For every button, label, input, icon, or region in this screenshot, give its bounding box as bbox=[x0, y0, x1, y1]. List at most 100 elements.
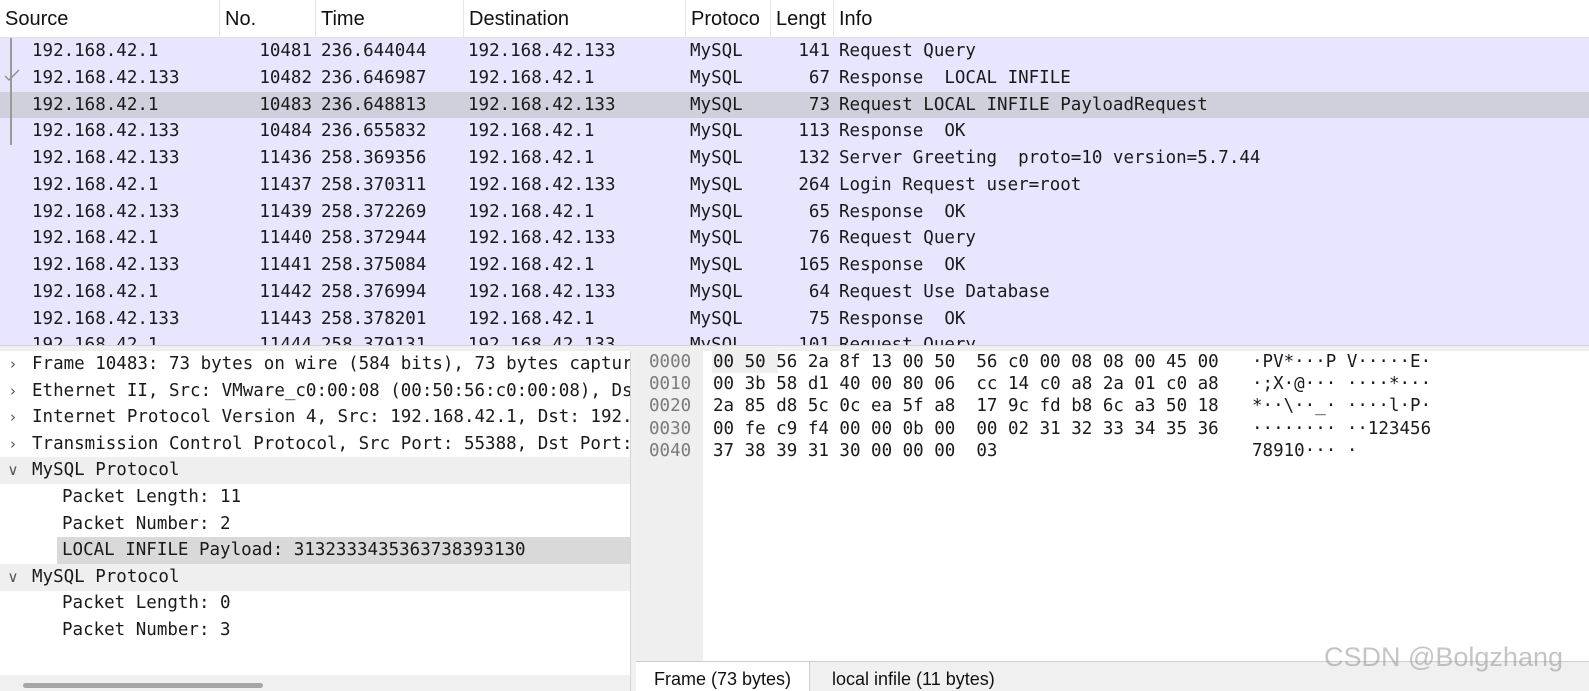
cell-length: 113 bbox=[798, 121, 830, 142]
tree-item[interactable]: Packet Number: 2 bbox=[0, 511, 630, 538]
cell-destination: 192.168.42.1 bbox=[468, 201, 595, 222]
ascii-bytes[interactable]: ········ ··123456 bbox=[1252, 418, 1431, 440]
packet-row[interactable]: 192.168.42.133 11443 258.378201 192.168.42.… bbox=[0, 305, 1589, 333]
cell-length: 75 bbox=[808, 308, 830, 329]
tree-item-label: LOCAL INFILE Payload: 313233343536373839… bbox=[62, 540, 526, 561]
hex-bytes[interactable]: 2a 85 d8 5c 0c ea 5f a8 17 9c fd b8 6c a… bbox=[713, 395, 1219, 417]
cell-no: 10484 bbox=[259, 121, 312, 142]
tree-item[interactable]: › Frame 10483: 73 bytes on wire (584 bits… bbox=[0, 351, 630, 378]
ascii-bytes[interactable]: 78910··· · bbox=[1252, 440, 1357, 462]
cell-destination: 192.168.42.133 bbox=[468, 94, 616, 115]
tree-item[interactable]: › Ethernet II, Src: VMware_c0:00:08 (00:5… bbox=[0, 378, 630, 405]
packet-row[interactable]: 192.168.42.133 10484 236.655832 192.168.42.… bbox=[0, 118, 1589, 146]
tree-item-label: Packet Length: 0 bbox=[62, 593, 231, 614]
cell-time: 258.369356 bbox=[321, 148, 427, 168]
cell-time: 236.648813 bbox=[321, 94, 427, 115]
tab-local-infile-bytes[interactable]: local infile (11 bytes) bbox=[814, 662, 1013, 691]
hex-bytes[interactable]: 00 fe c9 f4 00 00 0b 00 00 02 31 32 33 3… bbox=[713, 418, 1219, 440]
chevron-down-icon[interactable]: ∨ bbox=[3, 564, 23, 591]
packet-row[interactable]: 192.168.42.133 10482 236.646987 192.168.42.… bbox=[0, 64, 1589, 92]
details-horizontal-scrollbar[interactable] bbox=[0, 675, 630, 691]
tree-item[interactable]: Packet Length: 0 bbox=[0, 590, 630, 617]
hex-row: 0020 2a 85 d8 5c 0c ea 5f a8 17 9c fd b8 … bbox=[636, 395, 1589, 417]
cell-time: 258.376994 bbox=[321, 281, 427, 302]
cell-no: 11436 bbox=[259, 148, 312, 168]
column-no[interactable]: No. bbox=[220, 0, 316, 38]
column-length[interactable]: Lengt bbox=[771, 0, 834, 38]
hex-bytes[interactable]: 00 3b 58 d1 40 00 80 06 cc 14 c0 a8 2a 0… bbox=[713, 373, 1219, 395]
cell-length: 101 bbox=[771, 332, 830, 345]
tree-item[interactable]: LOCAL INFILE Payload: 313233343536373839… bbox=[0, 537, 630, 565]
tree-item[interactable]: ∨ MySQL Protocol bbox=[0, 563, 630, 591]
column-info[interactable]: Info bbox=[834, 0, 1589, 38]
cell-destination: 192.168.42.1 bbox=[468, 67, 595, 88]
packet-row[interactable]: 192.168.42.133 11436 258.369356 192.168.42.… bbox=[0, 145, 1589, 172]
ascii-bytes[interactable]: ·PV*···P V·····E· bbox=[1252, 351, 1431, 373]
packet-row[interactable]: 192.168.42.1 10481 236.644044 192.168.42.13… bbox=[0, 38, 1589, 65]
packet-row-selected[interactable]: 192.168.42.1 10483 236.648813 192.168.42.13… bbox=[0, 91, 1589, 119]
packet-row[interactable]: 192.168.42.1 11437 258.370311 192.168.42.13… bbox=[0, 171, 1589, 199]
cell-no: 11437 bbox=[259, 174, 312, 195]
cell-length: 67 bbox=[808, 67, 830, 88]
tree-item[interactable]: Packet Number: 3 bbox=[0, 617, 630, 644]
cell-destination: 192.168.42.1 bbox=[468, 121, 595, 142]
column-protocol[interactable]: Protoco bbox=[686, 0, 771, 38]
cell-source: 192.168.42.133 bbox=[32, 148, 180, 168]
column-destination[interactable]: Destination bbox=[464, 0, 686, 38]
ascii-bytes[interactable]: *··\··_· ····l·P· bbox=[1252, 395, 1431, 417]
tab-frame-bytes[interactable]: Frame (73 bytes) bbox=[636, 662, 811, 691]
cell-source: 192.168.42.1 bbox=[32, 332, 217, 345]
cell-info: Request Use Database bbox=[839, 281, 1050, 302]
tree-item-label: Frame 10483: 73 bytes on wire (584 bits)… bbox=[32, 354, 630, 374]
tree-item[interactable]: › Transmission Control Protocol, Src Port… bbox=[0, 431, 630, 458]
cell-protocol: MySQL bbox=[690, 41, 743, 61]
cell-time: 236.644044 bbox=[321, 41, 427, 61]
chevron-right-icon[interactable]: › bbox=[3, 351, 23, 378]
cell-source: 192.168.42.1 bbox=[32, 94, 159, 115]
tree-item[interactable]: Packet Length: 11 bbox=[0, 484, 630, 511]
cell-protocol: MySQL bbox=[690, 255, 743, 275]
tree-item-label: Internet Protocol Version 4, Src: 192.16… bbox=[32, 407, 630, 428]
cell-time: 258.378201 bbox=[321, 308, 427, 329]
packet-row[interactable]: 192.168.42.1 11442 258.376994 192.168.42.13… bbox=[0, 278, 1589, 306]
cell-time: 258.379131 bbox=[321, 332, 461, 345]
hex-bytes[interactable]: 00 50 56 2a 8f 13 00 50 56 c0 00 08 08 0… bbox=[713, 351, 1219, 373]
hex-offset: 0010 bbox=[649, 374, 692, 395]
cell-info: Response OK bbox=[839, 201, 966, 222]
packet-row[interactable]: 192.168.42.133 11441 258.375084 192.168.42.… bbox=[0, 252, 1589, 279]
cell-source: 192.168.42.133 bbox=[32, 308, 180, 329]
packet-list[interactable]: Source No. Time Destination Protoco Leng… bbox=[0, 0, 1589, 345]
cell-source: 192.168.42.1 bbox=[32, 174, 159, 195]
column-source[interactable]: Source bbox=[0, 0, 220, 38]
tree-item[interactable]: › Internet Protocol Version 4, Src: 192.1… bbox=[0, 404, 630, 431]
chevron-down-icon[interactable]: ∨ bbox=[3, 457, 23, 484]
tree-item-label: Ethernet II, Src: VMware_c0:00:08 (00:50… bbox=[32, 380, 630, 401]
packet-bytes[interactable]: 0000 00 50 56 2a 8f 13 00 50 56 c0 00 08 … bbox=[636, 351, 1589, 691]
column-time[interactable]: Time bbox=[316, 0, 464, 38]
cell-protocol: MySQL bbox=[690, 228, 743, 249]
cell-protocol: MySQL bbox=[690, 174, 743, 195]
hex-offset: 0020 bbox=[649, 396, 692, 417]
details-scrollbar-thumb[interactable] bbox=[23, 683, 263, 688]
cell-source: 192.168.42.133 bbox=[32, 121, 180, 142]
cell-time: 258.372269 bbox=[321, 201, 427, 222]
packet-row[interactable]: 192.168.42.1 11440 258.372944 192.168.42.13… bbox=[0, 225, 1589, 253]
packet-row[interactable]: 192.168.42.111444 258.379131 192.168.42.13… bbox=[0, 332, 1589, 345]
cell-length: 76 bbox=[808, 228, 830, 249]
chevron-right-icon[interactable]: › bbox=[3, 431, 23, 458]
cell-info: Response OK bbox=[839, 121, 966, 142]
tree-item[interactable]: ∨ MySQL Protocol bbox=[0, 457, 630, 485]
chevron-right-icon[interactable]: › bbox=[3, 404, 23, 431]
cell-destination: 192.168.42.1 bbox=[468, 255, 595, 275]
packet-details[interactable]: › Frame 10483: 73 bytes on wire (584 bits… bbox=[0, 351, 630, 691]
cell-info: Response LOCAL INFILE bbox=[839, 67, 1071, 88]
cell-no: 10483 bbox=[259, 94, 312, 115]
cell-no: 11441 bbox=[259, 255, 312, 275]
packet-row[interactable]: 192.168.42.133 11439 258.372269 192.168.42.… bbox=[0, 198, 1589, 226]
cell-protocol: MySQL bbox=[690, 94, 743, 115]
hex-bytes[interactable]: 37 38 39 31 30 00 00 00 03 bbox=[713, 440, 997, 462]
chevron-right-icon[interactable]: › bbox=[3, 378, 23, 405]
cell-protocol: MySQL bbox=[690, 148, 743, 168]
cell-destination: 192.168.42.1 bbox=[468, 308, 595, 329]
ascii-bytes[interactable]: ·;X·@··· ····*··· bbox=[1252, 373, 1431, 395]
